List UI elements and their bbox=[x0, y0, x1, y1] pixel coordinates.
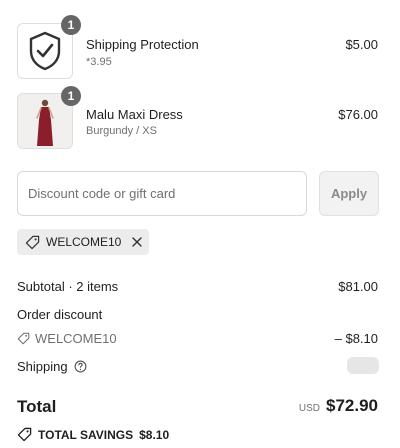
total-currency: USD bbox=[298, 403, 320, 414]
tag-icon bbox=[25, 235, 40, 249]
subtotal-label: Subtotal · 2 items bbox=[17, 279, 119, 294]
quantity-badge: 1 bbox=[61, 15, 81, 35]
applied-discount-chip: WELCOME10 bbox=[17, 229, 150, 255]
total-savings-label: TOTAL SAVINGS bbox=[38, 427, 134, 442]
total-value: $72.90 bbox=[326, 396, 378, 415]
item-price: $5.00 bbox=[345, 37, 378, 52]
item-variant: Burgundy / XS bbox=[86, 125, 157, 137]
total-amount: USD $72.90 bbox=[299, 396, 378, 416]
apply-discount-button[interactable]: Apply bbox=[319, 171, 379, 216]
tag-icon bbox=[17, 427, 32, 442]
shield-check-icon bbox=[29, 31, 61, 71]
help-icon[interactable] bbox=[74, 360, 87, 373]
order-discount-label: Order discount bbox=[17, 307, 103, 322]
total-savings-value: $8.10 bbox=[139, 427, 170, 442]
order-discount-value: – $8.10 bbox=[334, 331, 378, 346]
tag-icon bbox=[17, 332, 30, 345]
item-price: $76.00 bbox=[338, 107, 378, 122]
total-label: Total bbox=[17, 397, 57, 416]
subtotal-value: $81.00 bbox=[338, 279, 378, 294]
shipping-row: Shipping bbox=[17, 359, 87, 374]
quantity-badge: 1 bbox=[61, 86, 81, 106]
close-icon[interactable] bbox=[131, 236, 143, 248]
remove-discount-button[interactable] bbox=[131, 236, 143, 248]
item-name: Shipping Protection bbox=[86, 37, 199, 52]
item-name: Malu Maxi Dress bbox=[86, 107, 183, 122]
order-discount-code: WELCOME10 bbox=[17, 331, 117, 346]
discount-code-input[interactable] bbox=[17, 171, 307, 216]
order-discount-code-text: WELCOME10 bbox=[35, 331, 117, 346]
shipping-value-placeholder bbox=[347, 357, 379, 374]
total-savings: TOTAL SAVINGS $8.10 bbox=[17, 427, 169, 442]
applied-discount-code: WELCOME10 bbox=[46, 235, 122, 249]
shipping-label: Shipping bbox=[17, 359, 68, 374]
item-variant: *3.95 bbox=[86, 56, 112, 68]
